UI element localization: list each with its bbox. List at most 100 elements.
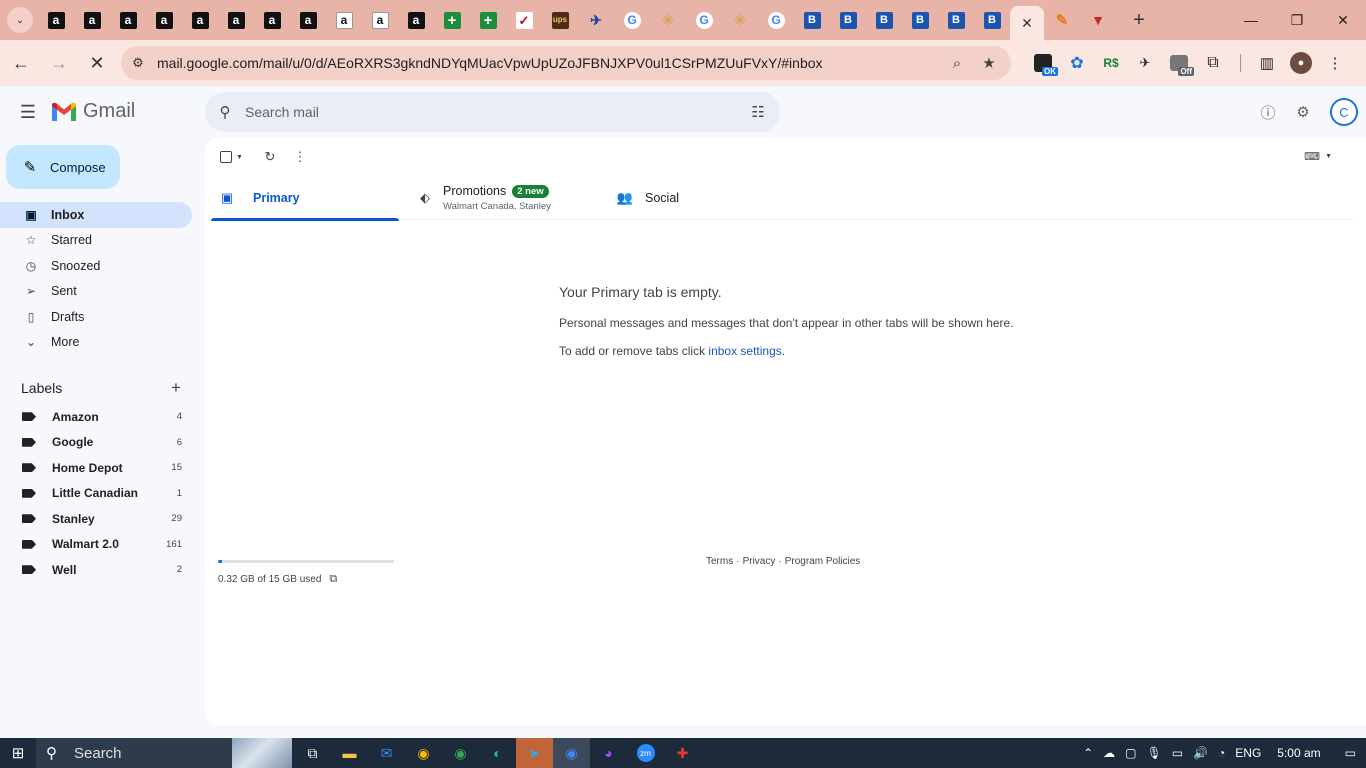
forward-arrow-icon[interactable]: → xyxy=(42,46,76,80)
label-item[interactable]: Walmart 2.0 161 xyxy=(0,532,192,558)
zoom-magnifier-icon[interactable]: ⌕ xyxy=(945,51,969,75)
wifi-icon[interactable]: ◔ xyxy=(1218,746,1225,760)
browser-tab[interactable]: B xyxy=(866,0,902,40)
tray-chevron-up-icon[interactable]: ⌃ xyxy=(1083,746,1093,760)
volume-icon[interactable]: 🔊 xyxy=(1193,746,1208,760)
account-avatar[interactable]: C xyxy=(1330,98,1358,126)
edge-icon[interactable]: ◐ xyxy=(479,738,516,768)
search-bar[interactable]: ⚲ ☷ xyxy=(205,92,780,132)
label-item[interactable]: Google 6 xyxy=(0,430,192,456)
label-item[interactable]: Home Depot 15 xyxy=(0,455,192,481)
help-icon[interactable]: ⓘ xyxy=(1256,100,1280,124)
select-dropdown-caret-icon[interactable]: ▼ xyxy=(236,154,243,161)
new-tab-plus-icon[interactable]: + xyxy=(1124,0,1154,40)
inbox-settings-link[interactable]: inbox settings xyxy=(708,344,781,358)
browser-tab[interactable]: G xyxy=(758,0,794,40)
site-settings-icon[interactable]: ⚙ xyxy=(123,48,153,78)
browser-tab[interactable]: a xyxy=(182,0,218,40)
telegram-icon[interactable]: ➤ xyxy=(516,738,553,768)
sidebar-item-snoozed[interactable]: ◷ Snoozed xyxy=(0,253,192,279)
tab-social[interactable]: 👥 Social xyxy=(599,176,779,220)
input-tools-keyboard-icon[interactable]: ⌨ ▼ xyxy=(1304,150,1332,163)
sidebar-item-more[interactable]: ⌄ More xyxy=(0,330,192,356)
main-menu-hamburger-icon[interactable]: ☰ xyxy=(14,98,42,126)
tab-primary[interactable]: ▣ Primary xyxy=(211,176,399,221)
bookmark-star-icon[interactable]: ★ xyxy=(977,51,1001,75)
browser-menu-kebab-icon[interactable]: ⋮ xyxy=(1318,46,1352,80)
sidebar-item-drafts[interactable]: ▯ Drafts xyxy=(0,304,192,330)
label-item[interactable]: Stanley 29 xyxy=(0,506,192,532)
side-panel-icon[interactable]: ▥ xyxy=(1250,46,1284,80)
browser-tab[interactable]: + xyxy=(434,0,470,40)
tab-search-chevron-icon[interactable]: ⌄ xyxy=(7,7,33,33)
gmail-logo[interactable]: Gmail xyxy=(51,100,135,123)
settings-gear-icon[interactable]: ⚙ xyxy=(1291,100,1315,124)
browser-tab[interactable]: ✓ xyxy=(506,0,542,40)
address-bar[interactable]: ⚙ mail.google.com/mail/u/0/d/AEoRXRS3gkn… xyxy=(121,46,1011,80)
extensions-puzzle-icon[interactable]: ⧉ xyxy=(1196,46,1230,80)
browser-tab[interactable]: + xyxy=(470,0,506,40)
search-icon[interactable]: ⚲ xyxy=(205,92,245,132)
chrome-profile-icon[interactable]: ◉ xyxy=(442,738,479,768)
browser-tab[interactable]: ✳ xyxy=(650,0,686,40)
profile-avatar[interactable]: ● xyxy=(1284,46,1318,80)
extension-blue-icon[interactable]: ✿ xyxy=(1060,46,1094,80)
browser-tab[interactable]: a xyxy=(38,0,74,40)
program-policies-link[interactable]: Program Policies xyxy=(785,556,861,567)
browser-tab[interactable]: B xyxy=(830,0,866,40)
manage-storage-external-link-icon[interactable]: ⧉ xyxy=(329,573,337,586)
chrome-icon[interactable]: ◉ xyxy=(405,738,442,768)
browser-tab[interactable]: a xyxy=(326,0,362,40)
terms-link[interactable]: Terms xyxy=(706,556,733,567)
browser-tab[interactable]: G xyxy=(686,0,722,40)
extension-flight-icon[interactable]: ✈ xyxy=(1128,46,1162,80)
browser-tab[interactable]: a xyxy=(218,0,254,40)
browser-tab[interactable]: ▼ xyxy=(1080,0,1116,40)
more-actions-kebab-icon[interactable]: ⋮ xyxy=(285,146,315,168)
close-window-icon[interactable]: ✕ xyxy=(1320,0,1366,40)
onedrive-off-icon[interactable]: ☁ xyxy=(1103,746,1115,760)
browser-tab[interactable]: G xyxy=(614,0,650,40)
extension-off-icon[interactable]: Off xyxy=(1162,46,1196,80)
browser-tab[interactable]: B xyxy=(938,0,974,40)
browser-tab[interactable]: a xyxy=(362,0,398,40)
zoom-icon[interactable]: zm xyxy=(627,738,664,768)
search-options-tune-icon[interactable]: ☷ xyxy=(748,102,768,122)
browser-tab[interactable]: ✎ xyxy=(1044,0,1080,40)
browser-tab[interactable]: B xyxy=(974,0,1010,40)
clock[interactable]: 5:00 am xyxy=(1277,746,1320,760)
active-tab-close-icon[interactable]: ✕ xyxy=(1010,6,1044,40)
browser-tab[interactable]: a xyxy=(146,0,182,40)
search-input[interactable] xyxy=(245,104,725,120)
browser-tab[interactable]: a xyxy=(74,0,110,40)
label-item[interactable]: Well 2 xyxy=(0,557,192,583)
microphone-icon[interactable]: 🎙 xyxy=(1147,746,1162,760)
meet-now-icon[interactable]: ▢ xyxy=(1125,746,1136,760)
back-arrow-icon[interactable]: ← xyxy=(4,46,38,80)
windows-start-icon[interactable]: ⊞ xyxy=(0,738,36,768)
extension-rs-icon[interactable]: R$ xyxy=(1094,46,1128,80)
sidebar-item-starred[interactable]: ☆ Starred xyxy=(0,228,192,254)
browser-tab[interactable]: ups xyxy=(542,0,578,40)
browser-tab[interactable]: B xyxy=(794,0,830,40)
chrome-active-icon[interactable]: ◉ xyxy=(553,738,590,768)
stop-loading-icon[interactable]: ✕ xyxy=(80,46,114,80)
browser-tab[interactable]: B xyxy=(902,0,938,40)
mail-app-icon[interactable]: ✉ xyxy=(368,738,405,768)
extension-ok-icon[interactable]: OK xyxy=(1026,46,1060,80)
label-item[interactable]: Amazon 4 xyxy=(0,404,192,430)
pin-app-icon[interactable]: ✚ xyxy=(664,738,701,768)
tab-promotions[interactable]: ⬖ Promotions 2 new Walmart Canada, Stanl… xyxy=(399,176,599,220)
browser-tab[interactable]: a xyxy=(290,0,326,40)
label-item[interactable]: Little Canadian 1 xyxy=(0,481,192,507)
refresh-icon[interactable]: ↻ xyxy=(255,146,285,168)
url-text[interactable]: mail.google.com/mail/u/0/d/AEoRXRS3gkndN… xyxy=(157,55,927,71)
sidebar-item-sent[interactable]: ➢ Sent xyxy=(0,279,192,305)
privacy-link[interactable]: Privacy xyxy=(743,556,776,567)
create-label-plus-icon[interactable]: + xyxy=(166,378,186,398)
sidebar-item-inbox[interactable]: ▣ Inbox xyxy=(0,202,192,228)
browser-tab[interactable]: a xyxy=(398,0,434,40)
browser-tab[interactable]: a xyxy=(254,0,290,40)
browser-tab[interactable]: ✳ xyxy=(722,0,758,40)
taskbar-search-box[interactable]: ⚲ Search xyxy=(36,738,292,768)
